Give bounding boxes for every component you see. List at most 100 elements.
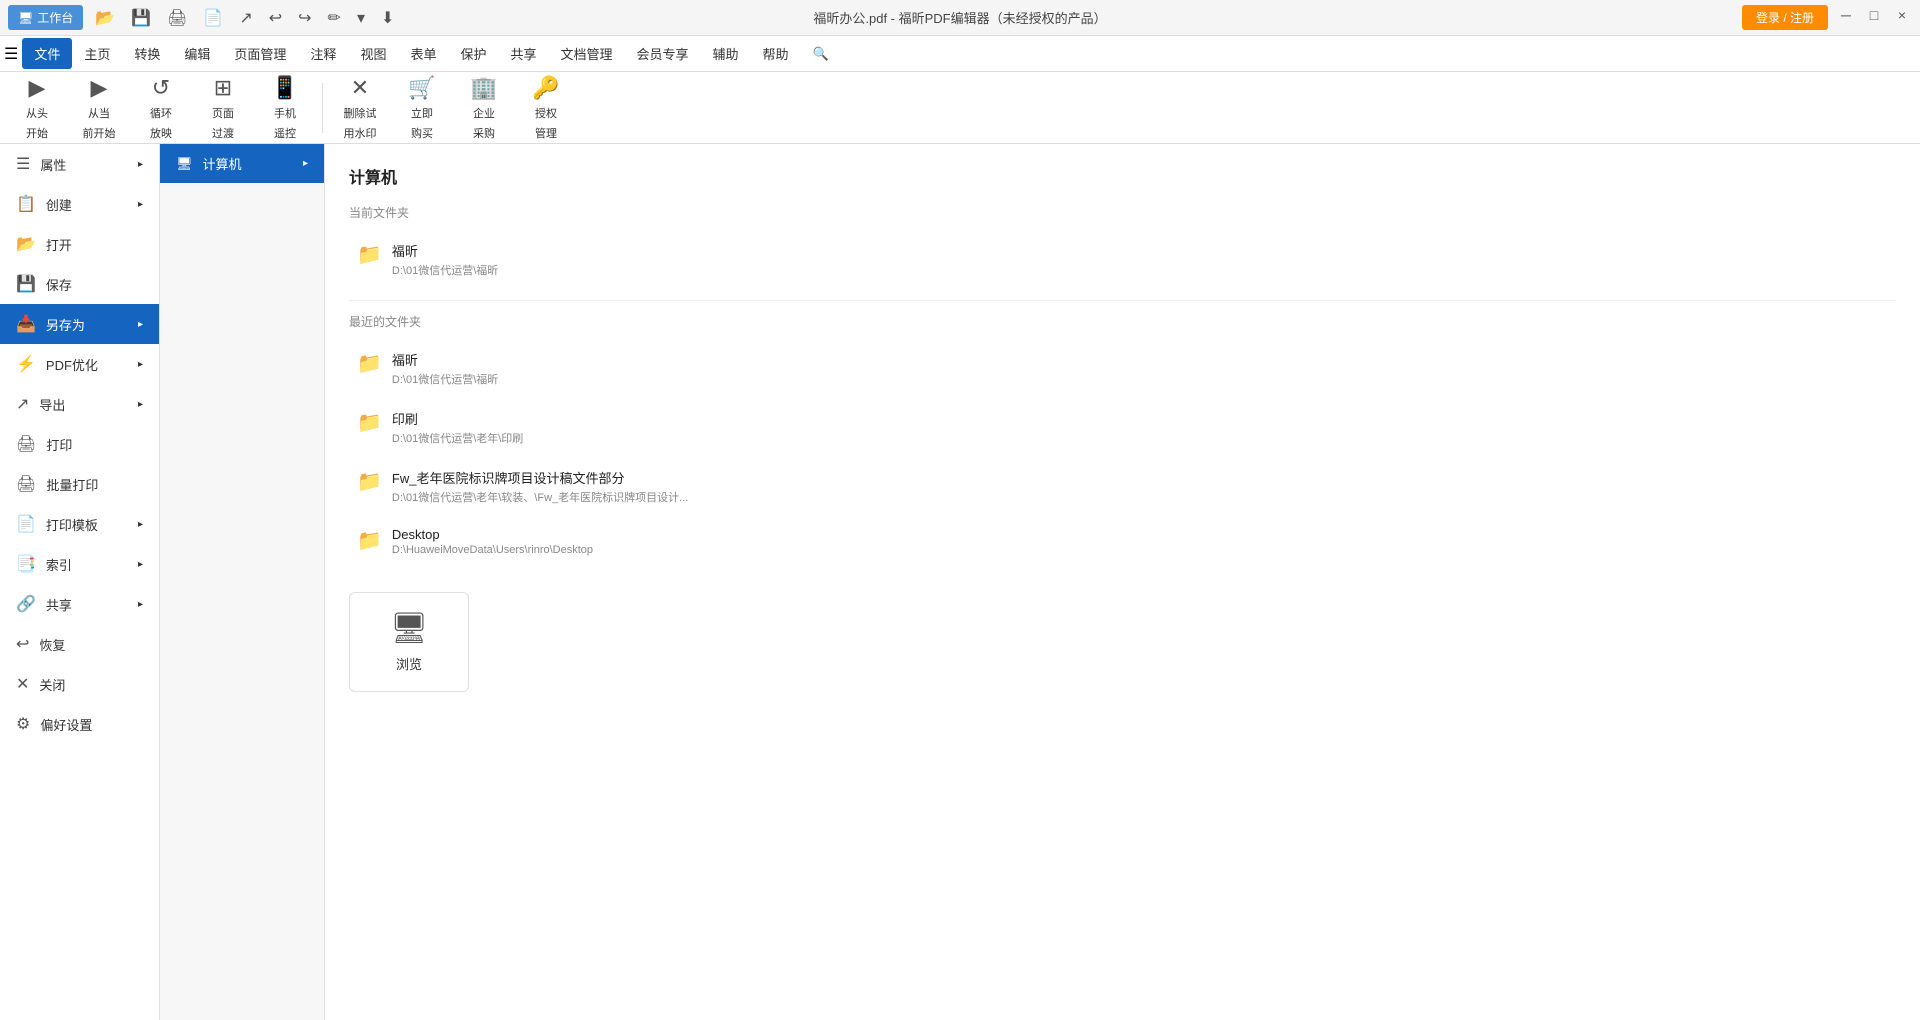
- menu-item-member[interactable]: 会员专享: [625, 38, 701, 69]
- quick-action-icon[interactable]: ⬇: [377, 6, 398, 30]
- folder-name-3: Desktop: [392, 527, 593, 542]
- file-menu-share[interactable]: 🔗 共享 ▸: [0, 584, 159, 624]
- current-folder-info: 福昕 D:\01微信代运营\福昕: [392, 241, 498, 278]
- print-icon[interactable]: 🖨: [163, 6, 191, 30]
- scan-icon[interactable]: 📄: [199, 6, 227, 30]
- toolbar-del-watermark[interactable]: ✕ 删除试 用水印: [331, 76, 389, 140]
- workbench-button[interactable]: 🖥 工作台: [8, 5, 83, 30]
- recent-folder-3[interactable]: 📁 Desktop D:\HuaweiMoveData\Users\rinro\…: [349, 517, 1896, 566]
- search-button[interactable]: 🔍: [801, 40, 841, 68]
- menu-item-assist[interactable]: 辅助: [701, 38, 751, 69]
- pdf-optimize-label: PDF优化: [46, 355, 98, 374]
- toolbar-enterprise-buy[interactable]: 🏢 企业 采购: [455, 76, 513, 140]
- create-arrow: ▸: [138, 199, 143, 210]
- pen-icon[interactable]: ✏: [324, 6, 345, 30]
- file-menu-save[interactable]: 💾 保存: [0, 264, 159, 304]
- file-menu-panel: ☰ 属性 ▸ 📋 创建 ▸ 📂 打开 💾 保存 📥 另存为 ▸: [0, 144, 160, 1020]
- from-start-icon: ▶: [29, 75, 46, 101]
- menu-item-home[interactable]: 主页: [72, 38, 122, 69]
- folder-path-1: D:\01微信代运营\老年\印刷: [392, 430, 523, 446]
- menu-item-forms[interactable]: 表单: [398, 38, 448, 69]
- login-button[interactable]: 登录 / 注册: [1742, 5, 1828, 30]
- close-button[interactable]: ×: [1892, 5, 1912, 25]
- folder-path-2: D:\01微信代运营\老年\软装、\Fw_老年医院标识牌项目设计...: [392, 489, 688, 505]
- save-as-arrow: ▸: [138, 319, 143, 330]
- menu-item-page-mgmt[interactable]: 页面管理: [222, 38, 298, 69]
- from-current-label: 从当: [88, 105, 110, 121]
- minimize-button[interactable]: ─: [1836, 5, 1856, 25]
- share-label: 共享: [46, 595, 72, 614]
- folder-icon-2: 📁: [357, 469, 382, 494]
- folder-name-1: 印刷: [392, 409, 523, 428]
- file-menu-open[interactable]: 📂 打开: [0, 224, 159, 264]
- folder-info-3: Desktop D:\HuaweiMoveData\Users\rinro\De…: [392, 527, 593, 556]
- folder-info-0: 福昕 D:\01微信代运营\福昕: [392, 350, 498, 387]
- menu-item-protect[interactable]: 保护: [448, 38, 498, 69]
- file-menu-pdf-optimize[interactable]: ⚡ PDF优化 ▸: [0, 344, 159, 384]
- file-menu-print[interactable]: 🖨 打印: [0, 424, 159, 464]
- loop-label2: 放映: [150, 125, 172, 141]
- file-menu-export[interactable]: ↗ 导出 ▸: [0, 384, 159, 424]
- file-menu-batch-print[interactable]: 🖨 批量打印: [0, 464, 159, 504]
- file-menu-print-template[interactable]: 📄 打印模板 ▸: [0, 504, 159, 544]
- toolbar-page-transition[interactable]: ⊞ 页面 过渡: [194, 76, 252, 140]
- instant-buy-label: 立即: [411, 105, 433, 121]
- cp-divider: [349, 300, 1896, 301]
- file-menu-create[interactable]: 📋 创建 ▸: [0, 184, 159, 224]
- loop-icon: ↺: [152, 75, 170, 101]
- recent-folder-0[interactable]: 📁 福昕 D:\01微信代运营\福昕: [349, 340, 1896, 397]
- computer-panel: 计算机 当前文件夹 📁 福昕 D:\01微信代运营\福昕 最近的文件夹 📁 福昕…: [325, 144, 1920, 1020]
- del-watermark-label: 删除试: [344, 105, 377, 121]
- menu-item-view[interactable]: 视图: [348, 38, 398, 69]
- export-icon2[interactable]: ↗: [235, 6, 256, 30]
- menu-item-share[interactable]: 共享: [498, 38, 548, 69]
- open-file-icon[interactable]: 📂: [91, 6, 119, 30]
- file-menu-close[interactable]: ✕ 关闭: [0, 664, 159, 704]
- toolbar-divider-1: [322, 83, 323, 133]
- restore-button[interactable]: □: [1864, 5, 1884, 25]
- menu-item-doc-mgmt[interactable]: 文档管理: [549, 38, 625, 69]
- menu-item-annotate[interactable]: 注释: [298, 38, 348, 69]
- current-folder-name: 福昕: [392, 241, 498, 260]
- menu-item-edit[interactable]: 编辑: [172, 38, 222, 69]
- recent-folder-2[interactable]: 📁 Fw_老年医院标识牌项目设计稿文件部分 D:\01微信代运营\老年\软装、\…: [349, 458, 1896, 515]
- file-menu-properties[interactable]: ☰ 属性 ▸: [0, 144, 159, 184]
- save-file-icon: 💾: [16, 274, 36, 294]
- loop-label: 循环: [150, 105, 172, 121]
- index-arrow: ▸: [138, 559, 143, 570]
- del-watermark-icon: ✕: [351, 75, 369, 101]
- saveas-computer[interactable]: 🖥 计算机 ▸: [160, 144, 324, 183]
- browse-button[interactable]: 🖥 浏览: [349, 592, 469, 692]
- save-icon[interactable]: 💾: [127, 6, 155, 30]
- menu-item-convert[interactable]: 转换: [122, 38, 172, 69]
- file-menu-preferences[interactable]: ⚙ 偏好设置: [0, 704, 159, 744]
- toolbar-mobile-ctrl[interactable]: 📱 手机 遥控: [256, 76, 314, 140]
- saveas-panel: 🖥 计算机 ▸: [160, 144, 325, 1020]
- file-menu-save-as[interactable]: 📥 另存为 ▸: [0, 304, 159, 344]
- current-folder-item[interactable]: 📁 福昕 D:\01微信代运营\福昕: [349, 231, 1896, 288]
- menu-item-file[interactable]: 文件: [22, 38, 72, 69]
- recent-folder-1[interactable]: 📁 印刷 D:\01微信代运营\老年\印刷: [349, 399, 1896, 456]
- toolbar-instant-buy[interactable]: 🛒 立即 购买: [393, 76, 451, 140]
- print-icon: 🖨: [16, 434, 36, 454]
- redo-icon[interactable]: ↪: [294, 6, 315, 30]
- folder-path-3: D:\HuaweiMoveData\Users\rinro\Desktop: [392, 544, 593, 556]
- folder-name-0: 福昕: [392, 350, 498, 369]
- folder-icon-3: 📁: [357, 528, 382, 553]
- toolbar-auth-mgmt[interactable]: 🔑 授权 管理: [517, 76, 575, 140]
- file-menu-recover[interactable]: ↩ 恢复: [0, 624, 159, 664]
- computer-icon: 🖥: [176, 156, 193, 172]
- menu-item-help[interactable]: 帮助: [751, 38, 801, 69]
- file-menu-index[interactable]: 📑 索引 ▸: [0, 544, 159, 584]
- menubar: ☰ 文件 主页 转换 编辑 页面管理 注释 视图 表单 保护 共享 文档管理 会…: [0, 36, 1920, 72]
- hamburger-menu-icon[interactable]: ☰: [4, 44, 18, 64]
- share-arrow: ▸: [138, 599, 143, 610]
- toolbar-from-current[interactable]: ▶ 从当 前开始: [70, 76, 128, 140]
- auth-mgmt-label2: 管理: [535, 125, 557, 141]
- down-arrow-icon[interactable]: ▾: [353, 6, 369, 30]
- instant-buy-icon: 🛒: [408, 75, 435, 101]
- recover-label: 恢复: [39, 635, 65, 654]
- toolbar-from-start[interactable]: ▶ 从头 开始: [8, 76, 66, 140]
- undo-icon[interactable]: ↩: [265, 6, 286, 30]
- toolbar-loop[interactable]: ↺ 循环 放映: [132, 76, 190, 140]
